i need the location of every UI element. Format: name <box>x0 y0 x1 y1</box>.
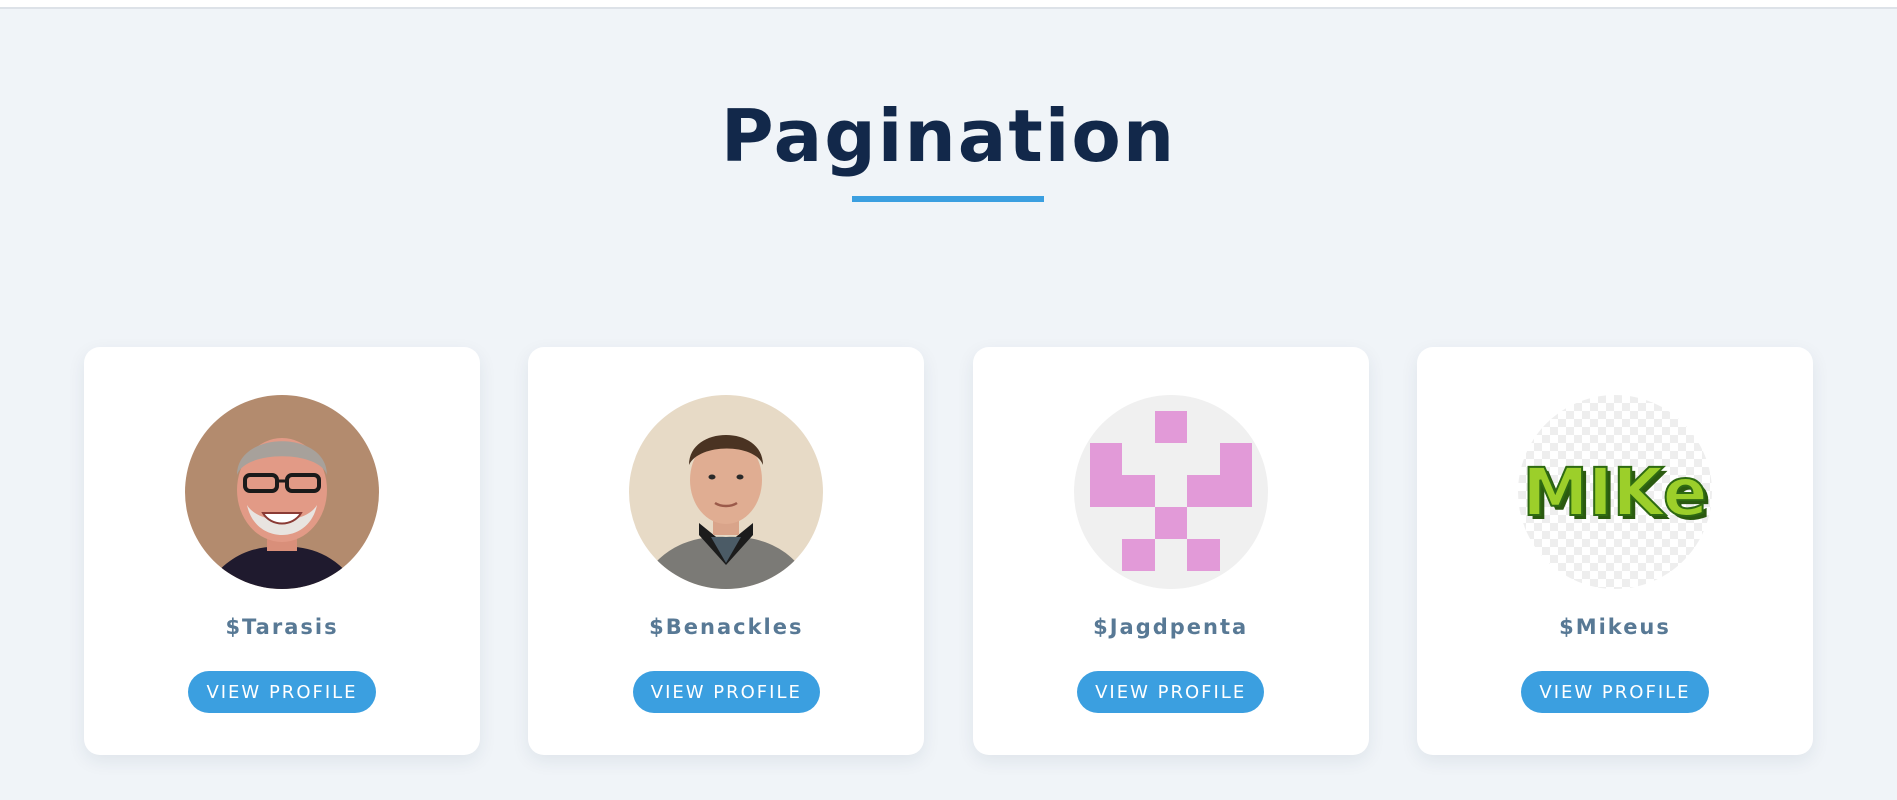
username: $Mikeus <box>1559 615 1671 639</box>
view-profile-button[interactable]: VIEW PROFILE <box>1521 671 1709 713</box>
username: $Tarasis <box>225 615 339 639</box>
avatar: MIKe MIKe <box>1517 395 1712 589</box>
profile-card-list: $Tarasis VIEW PROFILE $Benackles VIEW PR… <box>84 347 1813 755</box>
avatar <box>629 395 824 589</box>
page-title: Pagination <box>720 94 1177 178</box>
view-profile-button[interactable]: VIEW PROFILE <box>1077 671 1265 713</box>
top-bar <box>0 0 1897 9</box>
svg-text:MIKe: MIKe <box>1522 454 1707 531</box>
title-underline <box>852 196 1044 202</box>
profile-card: $Jagdpenta VIEW PROFILE <box>972 347 1369 755</box>
avatar <box>185 395 379 589</box>
profile-card: MIKe MIKe $Mikeus VIEW PROFILE <box>1416 347 1813 755</box>
title-section: Pagination <box>0 100 1897 172</box>
username: $Benackles <box>649 615 804 639</box>
avatar <box>1073 395 1268 589</box>
profile-card: $Benackles VIEW PROFILE <box>528 347 925 755</box>
view-profile-button[interactable]: VIEW PROFILE <box>632 671 820 713</box>
username: $Jagdpenta <box>1093 615 1249 639</box>
view-profile-button[interactable]: VIEW PROFILE <box>188 671 376 713</box>
profile-card: $Tarasis VIEW PROFILE <box>84 347 480 755</box>
